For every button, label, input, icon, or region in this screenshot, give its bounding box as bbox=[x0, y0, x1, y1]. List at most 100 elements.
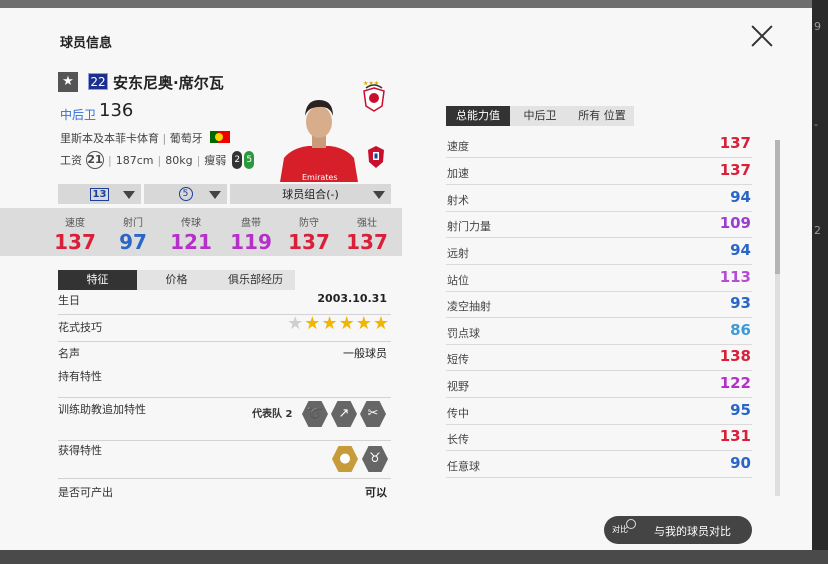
trait-shot-icon[interactable]: ↗ bbox=[331, 401, 357, 427]
summary-stat: 传球 121 bbox=[163, 214, 219, 254]
summary-stat: 盘带 119 bbox=[223, 214, 279, 254]
attribute-label: 短传 bbox=[447, 353, 469, 366]
club-name: 里斯本及本菲卡体育 bbox=[60, 132, 159, 145]
stat-value: 137 bbox=[346, 230, 388, 254]
attribute-label: 罚点球 bbox=[447, 327, 480, 340]
compare-icon: 对比 bbox=[612, 519, 636, 540]
tab-club-history[interactable]: 俱乐部经历 bbox=[216, 270, 295, 290]
traits-label: 持有特性 bbox=[58, 370, 102, 383]
star-icon: ★ bbox=[372, 313, 389, 334]
attribute-value: 131 bbox=[719, 427, 751, 445]
height: 187cm bbox=[115, 153, 154, 167]
stat-label: 防守 bbox=[299, 218, 319, 229]
attribute-row: 短传 138 bbox=[446, 345, 752, 371]
attribute-label: 凌空抽射 bbox=[447, 300, 491, 313]
attribute-label: 射术 bbox=[447, 194, 469, 207]
player-photo: Emirates bbox=[278, 94, 360, 182]
attribute-label: 加速 bbox=[447, 167, 469, 180]
team-combo-label: 球员组合(-) bbox=[282, 188, 339, 201]
dialog-title: 球员信息 bbox=[60, 36, 113, 51]
trait-bull-icon[interactable]: ♉ bbox=[362, 446, 388, 472]
summary-stats: 速度 137 射门 97 传球 121 盘带 119 防守 137 强壮 137 bbox=[0, 208, 402, 256]
portugal-flag-icon bbox=[210, 131, 231, 143]
trait-gold-icon[interactable]: ● bbox=[332, 446, 358, 472]
tradeable-value: 可以 bbox=[365, 486, 387, 499]
player-name: 安东尼奥·席尔瓦 bbox=[113, 74, 224, 92]
tradeable-label: 是否可产出 bbox=[58, 486, 113, 499]
weak-foot-icon: 2 5 bbox=[232, 151, 255, 169]
stat-label: 速度 bbox=[65, 218, 85, 229]
fame-value: 一般球员 bbox=[343, 347, 387, 360]
training-label: 训练助教追加特性 bbox=[58, 403, 146, 416]
stat-label: 射门 bbox=[123, 218, 143, 229]
stat-value: 97 bbox=[119, 230, 147, 254]
fame-label: 名声 bbox=[58, 347, 80, 360]
close-icon[interactable] bbox=[750, 24, 774, 48]
background-window-bottom bbox=[0, 550, 828, 564]
weak-foot-right: 5 bbox=[244, 151, 255, 169]
compare-button[interactable]: 对比 与我的球员对比 bbox=[604, 516, 752, 544]
favorite-star-icon[interactable]: ★ bbox=[58, 72, 78, 92]
attribute-row: 射术 94 bbox=[446, 186, 752, 212]
attribute-label: 任意球 bbox=[447, 460, 480, 473]
scrollbar-thumb[interactable] bbox=[775, 140, 780, 274]
attribute-value: 137 bbox=[719, 161, 751, 179]
star-icon: ★ bbox=[287, 313, 304, 334]
weight: 80kg bbox=[165, 153, 193, 167]
attribute-value: 138 bbox=[719, 347, 751, 365]
stat-value: 137 bbox=[54, 230, 96, 254]
attribute-label: 长传 bbox=[447, 433, 469, 446]
summary-stat: 强壮 137 bbox=[339, 214, 395, 254]
attribute-label: 速度 bbox=[447, 140, 469, 153]
attribute-scrollbar[interactable] bbox=[775, 140, 780, 496]
tab-price[interactable]: 价格 bbox=[137, 270, 216, 290]
star-icon: ★ bbox=[355, 313, 372, 334]
divider bbox=[58, 440, 391, 441]
attribute-label: 射门力量 bbox=[447, 220, 491, 233]
svg-text:Emirates: Emirates bbox=[302, 173, 338, 182]
attribute-value: 109 bbox=[719, 214, 751, 232]
attribute-value: 137 bbox=[719, 134, 751, 152]
skill-stars: ★ ★ ★ ★ ★ ★ bbox=[287, 315, 389, 333]
attribute-row: 任意球 90 bbox=[446, 452, 752, 478]
stat-label: 传球 bbox=[181, 218, 201, 229]
attribute-label: 视野 bbox=[447, 380, 469, 393]
club-nation-line: 里斯本及本菲卡体育 | 葡萄牙 bbox=[60, 130, 231, 146]
star-icon: ★ bbox=[321, 313, 338, 334]
tab-total-ability[interactable]: 总能力值 bbox=[446, 106, 510, 126]
divider bbox=[58, 341, 391, 342]
chevron-down-icon bbox=[209, 191, 221, 199]
grade-dropdown[interactable]: 5 bbox=[144, 184, 227, 204]
level-dropdown[interactable]: 13 bbox=[58, 184, 141, 204]
trait-long-pass-icon[interactable]: ➰ bbox=[302, 401, 328, 427]
wage-label: 工资 bbox=[60, 154, 82, 167]
weak-foot-left: 2 bbox=[232, 151, 243, 169]
portugal-federation-logo-icon bbox=[368, 146, 384, 168]
attribute-value: 90 bbox=[730, 454, 751, 472]
attribute-row: 远射 94 bbox=[446, 239, 752, 265]
wage-badge: 21 bbox=[86, 151, 104, 169]
tab-all-positions[interactable]: 所有 位置 bbox=[570, 106, 634, 126]
info-tabs: 特征 价格 俱乐部经历 bbox=[58, 270, 295, 290]
background-window-edge: 9 - 2 bbox=[812, 0, 828, 564]
training-team: 代表队 2 bbox=[252, 409, 293, 420]
trait-tackle-icon[interactable]: ✂ bbox=[360, 401, 386, 427]
level-badge: 13 bbox=[89, 187, 110, 201]
stat-label: 盘带 bbox=[241, 218, 261, 229]
birthday-label: 生日 bbox=[58, 294, 80, 307]
star-icon: ★ bbox=[304, 313, 321, 334]
player-info-dialog: 球员信息 ★ 22 安东尼奥·席尔瓦 ★★★ 中后卫 136 里斯本及本菲卡体育… bbox=[0, 8, 812, 550]
tab-center-back[interactable]: 中后卫 bbox=[510, 106, 570, 126]
acquired-label: 获得特性 bbox=[58, 444, 102, 457]
player-position: 中后卫 bbox=[60, 108, 97, 122]
team-combo-dropdown[interactable]: 球员组合(-) bbox=[230, 184, 391, 204]
attribute-label: 远射 bbox=[447, 247, 469, 260]
attribute-row: 速度 137 bbox=[446, 132, 752, 158]
attribute-row: 视野 122 bbox=[446, 372, 752, 398]
skill-label: 花式技巧 bbox=[58, 321, 102, 334]
dropdown-row: 13 5 球员组合(-) bbox=[58, 184, 391, 204]
tab-features[interactable]: 特征 bbox=[58, 270, 137, 290]
birthday-value: 2003.10.31 bbox=[317, 292, 387, 305]
attribute-row: 射门力量 109 bbox=[446, 212, 752, 238]
attribute-row: 传中 95 bbox=[446, 399, 752, 425]
